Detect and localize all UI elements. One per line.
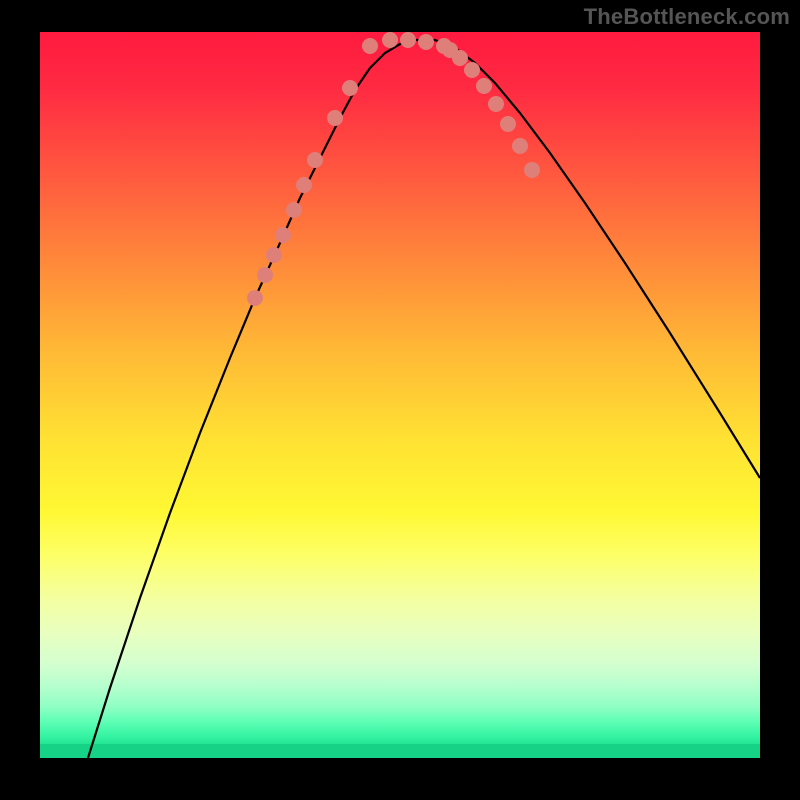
curve-dot [400, 32, 416, 48]
curve-dot [327, 110, 343, 126]
curve-dot [286, 202, 302, 218]
curve-dot [362, 38, 378, 54]
curve-dots-group [247, 32, 540, 306]
curve-dot [247, 290, 263, 306]
curve-dot [307, 152, 323, 168]
curve-dot [342, 80, 358, 96]
curve-dot [464, 62, 480, 78]
curve-dot [418, 34, 434, 50]
chart-frame: TheBottleneck.com [0, 0, 800, 800]
curve-dot [266, 247, 282, 263]
curve-dot [500, 116, 516, 132]
curve-dot [488, 96, 504, 112]
curve-svg [40, 32, 760, 758]
curve-dot [524, 162, 540, 178]
curve-dot [275, 227, 291, 243]
curve-dot [382, 32, 398, 48]
curve-dot [257, 267, 273, 283]
curve-dot [476, 78, 492, 94]
watermark-text: TheBottleneck.com [584, 4, 790, 30]
curve-dot [452, 50, 468, 66]
curve-dot [296, 177, 312, 193]
bottleneck-curve [88, 40, 760, 758]
plot-area [40, 32, 760, 758]
curve-dot [512, 138, 528, 154]
